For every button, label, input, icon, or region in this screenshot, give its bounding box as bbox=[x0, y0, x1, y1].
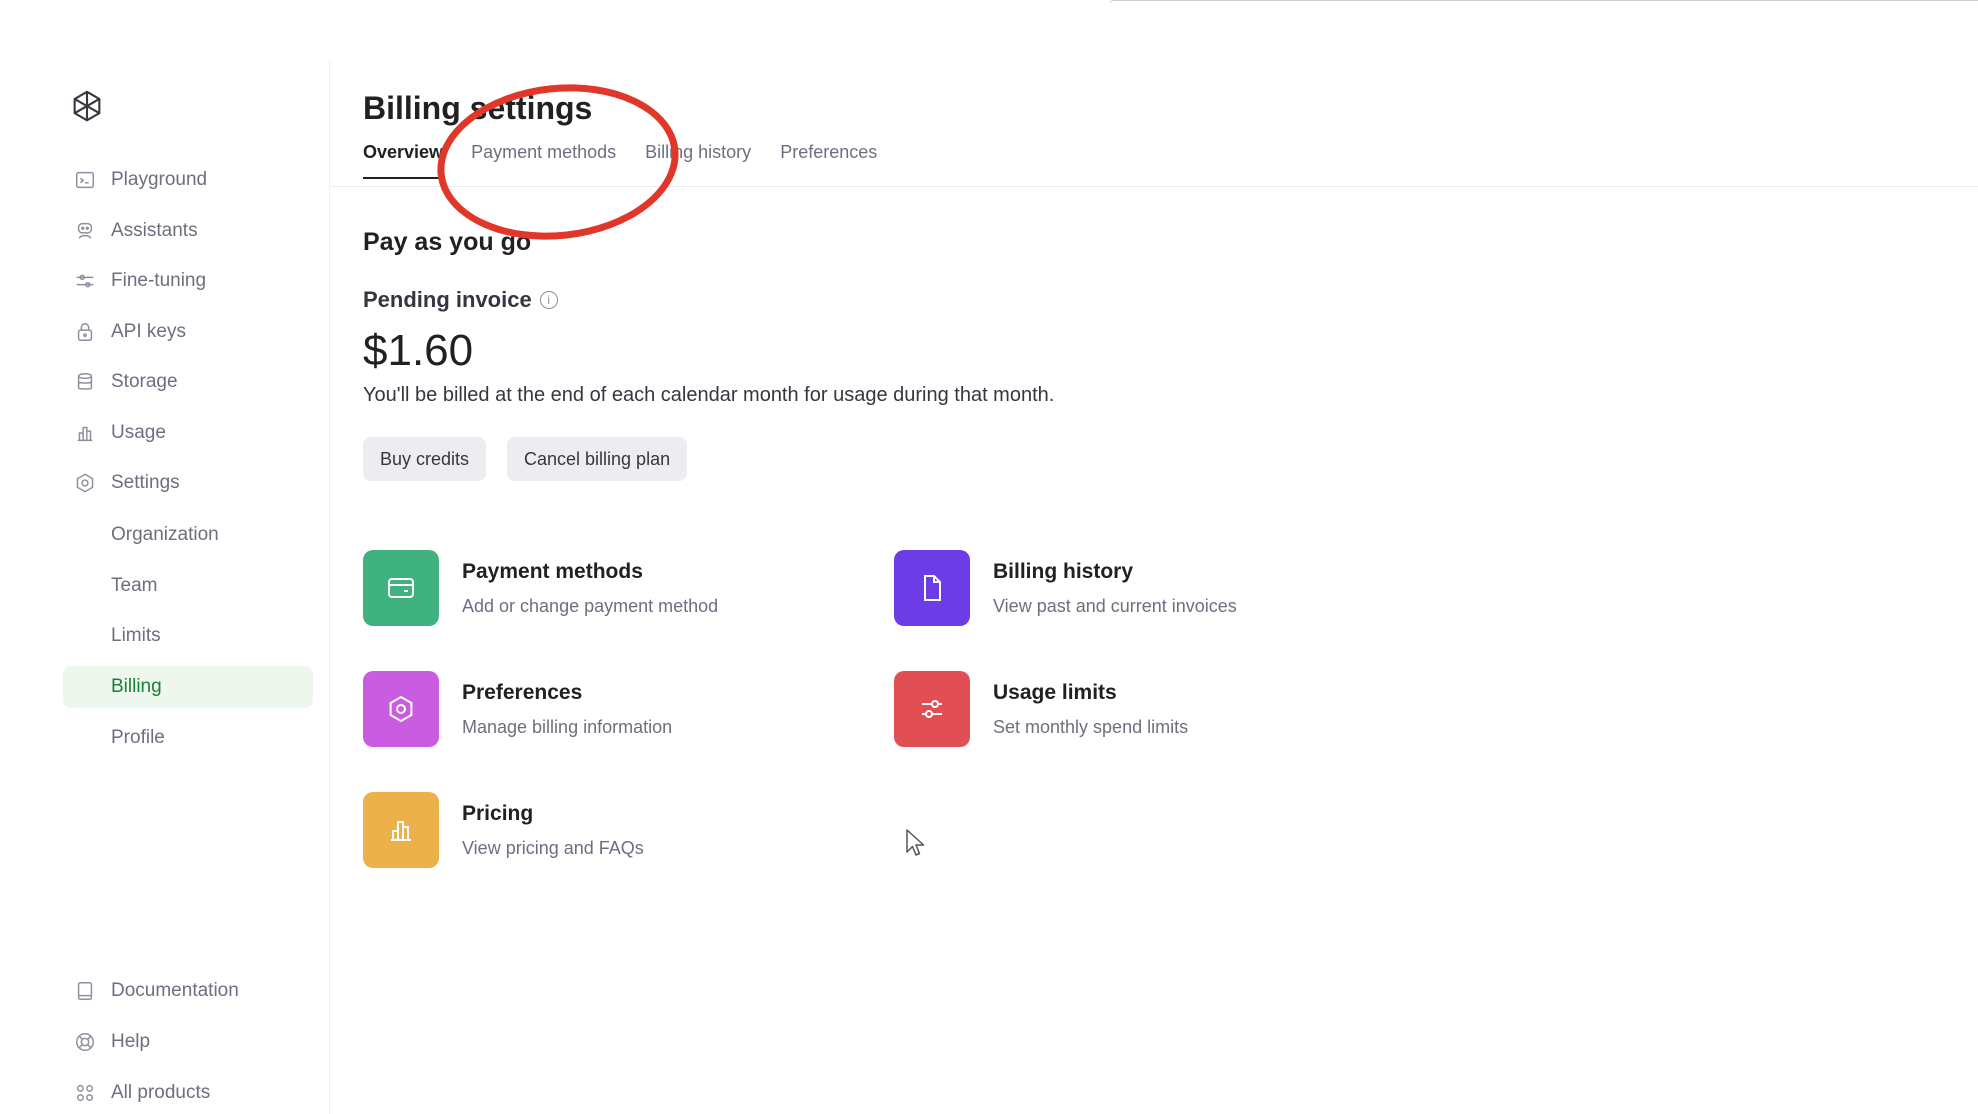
card-usage-limits[interactable]: Usage limits Set monthly spend limits bbox=[894, 671, 1188, 747]
sidebar-item-billing[interactable]: Billing bbox=[63, 666, 313, 708]
book-icon bbox=[73, 979, 97, 1003]
billing-description: You'll be billed at the end of each cale… bbox=[363, 384, 1055, 406]
tab-overview[interactable]: Overview bbox=[363, 142, 444, 179]
sidebar-item-organization[interactable]: Organization bbox=[63, 514, 313, 556]
gear-icon bbox=[363, 671, 439, 747]
sidebar-item-label: Fine-tuning bbox=[111, 270, 207, 291]
sidebar-item-limits[interactable]: Limits bbox=[63, 615, 313, 657]
terminal-icon bbox=[73, 168, 97, 192]
sliders-icon bbox=[894, 671, 970, 747]
pending-amount: $1.60 bbox=[363, 326, 474, 375]
sidebar-item-team[interactable]: Team bbox=[63, 565, 313, 607]
sidebar-item-label: Settings bbox=[111, 472, 180, 493]
sidebar-item-label: Usage bbox=[111, 422, 166, 443]
buy-credits-button[interactable]: Buy credits bbox=[363, 437, 487, 481]
card-preferences[interactable]: Preferences Manage billing information bbox=[363, 671, 672, 747]
sidebar-item-api-keys[interactable]: API keys bbox=[63, 311, 313, 353]
card-subtitle: Set monthly spend limits bbox=[993, 716, 1189, 737]
sidebar-item-label: Profile bbox=[111, 727, 165, 748]
card-title: Pricing bbox=[462, 801, 534, 825]
sidebar-item-label: Help bbox=[111, 1031, 151, 1052]
sidebar-item-label: Documentation bbox=[111, 980, 239, 1001]
page-title: Billing settings bbox=[363, 90, 593, 126]
grid-icon bbox=[73, 1081, 97, 1105]
sidebar-item-assistants[interactable]: Assistants bbox=[63, 210, 313, 252]
card-subtitle: View past and current invoices bbox=[993, 595, 1237, 616]
sidebar-item-storage[interactable]: Storage bbox=[63, 361, 313, 403]
cancel-billing-plan-button[interactable]: Cancel billing plan bbox=[507, 437, 688, 481]
tab-billing-history[interactable]: Billing history bbox=[645, 142, 751, 179]
sidebar-item-all-products[interactable]: All products bbox=[63, 1072, 313, 1114]
mouse-cursor-icon bbox=[906, 829, 925, 856]
plan-title: Pay as you go bbox=[363, 228, 532, 256]
card-title: Usage limits bbox=[993, 680, 1117, 704]
gear-icon bbox=[73, 471, 97, 495]
sidebar-item-label: Billing bbox=[111, 676, 162, 697]
credit-card-icon bbox=[363, 550, 439, 626]
card-title: Billing history bbox=[993, 559, 1134, 583]
document-icon bbox=[894, 550, 970, 626]
card-subtitle: Add or change payment method bbox=[462, 595, 719, 616]
billing-tabs: Overview Payment methods Billing history… bbox=[363, 142, 877, 179]
sidebar-item-label: API keys bbox=[111, 321, 186, 342]
card-billing-history[interactable]: Billing history View past and current in… bbox=[894, 550, 1237, 626]
sidebar-item-label: Limits bbox=[111, 625, 161, 646]
sidebar-item-documentation[interactable]: Documentation bbox=[63, 970, 313, 1012]
pending-invoice-heading: Pending invoice i bbox=[363, 287, 558, 313]
openai-logo-icon[interactable] bbox=[68, 88, 106, 126]
robot-icon bbox=[73, 219, 97, 243]
sidebar-item-label: All products bbox=[111, 1082, 211, 1103]
sidebar-item-label: Storage bbox=[111, 371, 178, 392]
tabs-divider bbox=[330, 186, 1978, 187]
card-title: Payment methods bbox=[462, 559, 643, 583]
sidebar-item-settings[interactable]: Settings bbox=[63, 462, 313, 504]
sidebar-item-label: Organization bbox=[111, 524, 219, 545]
card-subtitle: View pricing and FAQs bbox=[462, 837, 644, 858]
sidebar-item-label: Playground bbox=[111, 169, 208, 190]
lock-icon bbox=[73, 320, 97, 344]
bar-chart-icon bbox=[73, 421, 97, 445]
tab-payment-methods[interactable]: Payment methods bbox=[471, 142, 616, 179]
database-icon bbox=[73, 370, 97, 394]
card-title: Preferences bbox=[462, 680, 583, 704]
sidebar-item-label: Team bbox=[111, 575, 158, 596]
lifebuoy-icon bbox=[73, 1030, 97, 1054]
pending-invoice-label: Pending invoice bbox=[363, 287, 532, 312]
sliders-icon bbox=[73, 269, 97, 293]
sidebar-item-fine-tuning[interactable]: Fine-tuning bbox=[63, 260, 313, 302]
main-content: Billing settings Overview Payment method… bbox=[330, 0, 1978, 1114]
card-subtitle: Manage billing information bbox=[462, 716, 673, 737]
bar-chart-icon bbox=[363, 792, 439, 868]
card-pricing[interactable]: Pricing View pricing and FAQs bbox=[363, 792, 644, 868]
card-payment-methods[interactable]: Payment methods Add or change payment me… bbox=[363, 550, 718, 626]
sidebar-item-help[interactable]: Help bbox=[63, 1021, 313, 1063]
sidebar-item-usage[interactable]: Usage bbox=[63, 412, 313, 454]
sidebar-item-label: Assistants bbox=[111, 220, 198, 241]
sidebar-item-profile[interactable]: Profile bbox=[63, 717, 313, 759]
tab-preferences[interactable]: Preferences bbox=[780, 142, 877, 179]
sidebar-item-playground[interactable]: Playground bbox=[63, 159, 313, 201]
info-icon[interactable]: i bbox=[539, 291, 558, 309]
